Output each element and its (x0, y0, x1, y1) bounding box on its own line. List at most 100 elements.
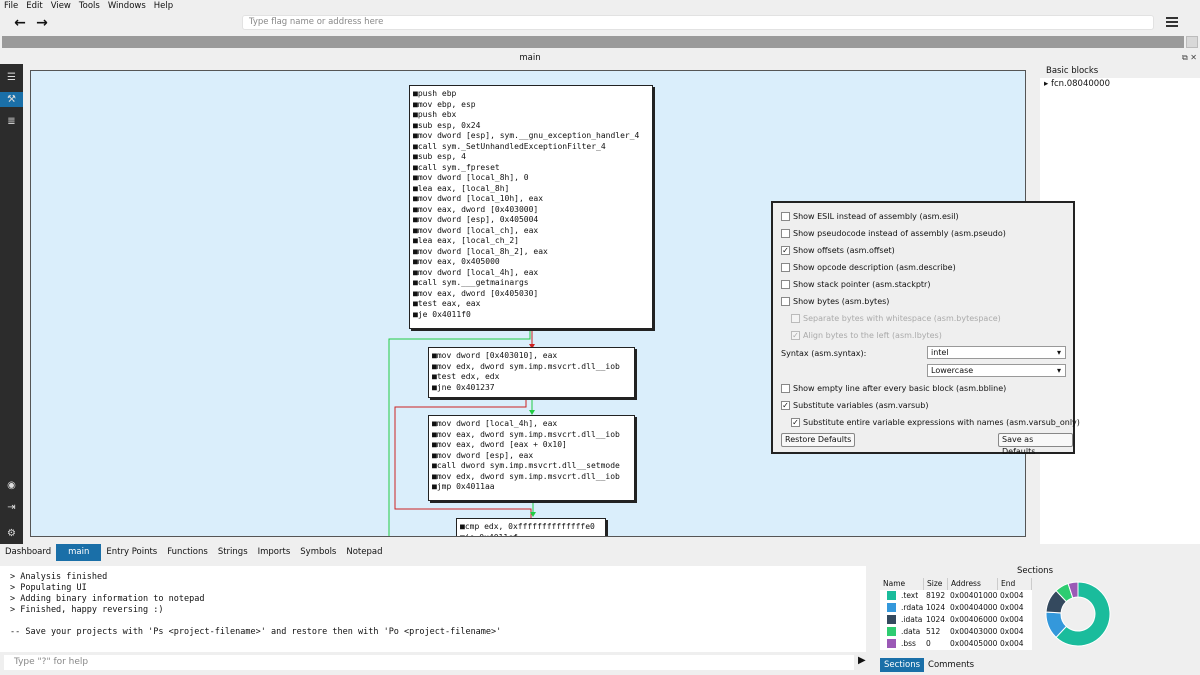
disassembly-options-popup: Show ESIL instead of assembly (asm.esil)… (771, 201, 1080, 456)
section-address: 0x00404000 (950, 603, 998, 612)
column-header-name[interactable]: Name (880, 578, 924, 590)
left-sidebar: ☰ ⚒ ≣ ◉ ⇥ ⚙ (0, 64, 23, 544)
section-color-swatch (887, 639, 896, 648)
checkbox[interactable] (781, 263, 790, 272)
section-end: 0x004 (1000, 615, 1024, 624)
console-output: > Analysis finished > Populating UI > Ad… (0, 566, 866, 652)
eye-icon[interactable]: ◉ (4, 478, 19, 493)
basic-block-3[interactable]: ■mov dword [local_4h], eax ■mov eax, dwo… (428, 415, 635, 501)
tab-notepad[interactable]: Notepad (341, 544, 387, 561)
tab-dashboard[interactable]: Dashboard (0, 544, 56, 561)
bullet-list-icon[interactable]: ≣ (4, 114, 19, 129)
column-header-size[interactable]: Size (924, 578, 948, 590)
tab-functions[interactable]: Functions (162, 544, 213, 561)
option-asm-bbline[interactable]: Show empty line after every basic block … (781, 384, 1006, 393)
basic-block-entry[interactable]: ■push ebp ■mov ebp, esp ■push ebx ■sub e… (409, 85, 653, 329)
section-address: 0x00401000 (950, 591, 998, 600)
checkbox[interactable] (781, 229, 790, 238)
seek-bar-handle[interactable] (1186, 36, 1198, 48)
checkbox[interactable] (781, 297, 790, 306)
gear-icon[interactable]: ⚙ (4, 526, 19, 541)
basic-block-tree-item[interactable]: ▸ fcn.08040000 (1040, 78, 1200, 90)
section-color-swatch (887, 591, 896, 600)
section-color-swatch (887, 603, 896, 612)
checkbox[interactable] (781, 384, 790, 393)
case-select[interactable]: Lowercase (927, 364, 1066, 377)
list-icon[interactable]: ☰ (4, 70, 19, 85)
checkbox-checked[interactable]: ✓ (791, 418, 800, 427)
option-label: Separate bytes with whitespace (asm.byte… (803, 314, 1001, 323)
basic-block-4[interactable]: ■cmp edx, 0xffffffffffffffe0 ■je 0x4011c… (456, 518, 606, 536)
checkbox-checked: ✓ (791, 331, 800, 340)
option-label: Substitute variables (asm.varsub) (793, 401, 929, 410)
section-address: 0x00406000 (950, 615, 998, 624)
graph-tool-icon[interactable]: ⚒ (0, 92, 23, 107)
view-tabs: Dashboard main Entry Points Functions St… (0, 544, 870, 561)
tab-imports[interactable]: Imports (253, 544, 296, 561)
menu-bar: File Edit View Tools Windows Help (0, 0, 1200, 12)
syntax-select[interactable]: intel (927, 346, 1066, 359)
section-size: 1024 (926, 615, 946, 624)
table-row[interactable]: .text 8192 0x00401000 0x004 (880, 590, 1032, 602)
tab-comments[interactable]: Comments (924, 658, 978, 672)
section-end: 0x004 (1000, 591, 1024, 600)
table-row[interactable]: .bss 0 0x00405000 0x004 (880, 638, 1032, 650)
option-label: Align bytes to the left (asm.lbytes) (803, 331, 942, 340)
menu-file[interactable]: File (0, 0, 22, 12)
dock-float-icon[interactable]: ⧉ ✕ (1182, 53, 1197, 63)
column-header-end[interactable]: End (998, 578, 1032, 590)
menu-tools[interactable]: Tools (75, 0, 104, 12)
table-row[interactable]: .data 512 0x00403000 0x004 (880, 626, 1032, 638)
save-defaults-button[interactable]: Save as Defaults (998, 433, 1073, 456)
option-asm-pseudo[interactable]: Show pseudocode instead of assembly (asm… (781, 229, 1006, 238)
table-row[interactable]: .rdata 1024 0x00404000 0x004 (880, 602, 1032, 614)
option-asm-describe[interactable]: Show opcode description (asm.describe) (781, 263, 956, 272)
option-asm-bytes[interactable]: Show bytes (asm.bytes) (781, 297, 889, 306)
option-label: Show ESIL instead of assembly (asm.esil) (793, 212, 959, 221)
option-label: Show pseudocode instead of assembly (asm… (793, 229, 1006, 238)
table-header: Name Size Address End (880, 578, 1032, 590)
checkbox-checked[interactable]: ✓ (781, 246, 790, 255)
column-header-address[interactable]: Address (948, 578, 998, 590)
sections-rows: .text 8192 0x00401000 0x004 .rdata 1024 0x0040… (880, 590, 1032, 650)
tab-main[interactable]: main (56, 544, 102, 561)
restore-defaults-button[interactable]: Restore Defaults (781, 433, 856, 447)
menu-help[interactable]: Help (150, 0, 177, 12)
back-arrow-icon[interactable]: ← (11, 14, 29, 32)
forward-arrow-icon[interactable]: → (33, 14, 51, 32)
console-input[interactable]: Type "?" for help (4, 655, 854, 670)
tab-sections[interactable]: Sections (880, 658, 925, 672)
step-icon[interactable]: ⇥ (4, 500, 19, 515)
option-asm-esil[interactable]: Show ESIL instead of assembly (asm.esil) (781, 212, 959, 221)
address-input[interactable]: Type flag name or address here (242, 15, 1154, 30)
table-row[interactable]: .idata 1024 0x00406000 0x004 (880, 614, 1032, 626)
option-label: Show opcode description (asm.describe) (793, 263, 956, 272)
section-color-swatch (887, 627, 896, 636)
option-asm-stackptr[interactable]: Show stack pointer (asm.stackptr) (781, 280, 930, 289)
option-label: Show bytes (asm.bytes) (793, 297, 890, 306)
tab-strings[interactable]: Strings (213, 544, 253, 561)
option-asm-offset[interactable]: ✓ Show offsets (asm.offset) (781, 246, 895, 255)
run-command-icon[interactable]: ▶ (858, 655, 866, 666)
section-name: .data (901, 627, 921, 636)
checkbox (791, 314, 800, 323)
checkbox[interactable] (781, 280, 790, 289)
seek-bar[interactable] (2, 36, 1184, 48)
option-asm-varsub[interactable]: ✓ Substitute variables (asm.varsub) (781, 401, 928, 410)
sections-donut-chart (1045, 581, 1111, 647)
menu-edit[interactable]: Edit (22, 0, 46, 12)
hamburger-menu-icon[interactable] (1166, 17, 1178, 27)
option-label: Substitute entire variable expressions w… (803, 418, 1080, 427)
section-name: .idata (901, 615, 923, 624)
tab-entry-points[interactable]: Entry Points (101, 544, 162, 561)
tab-symbols[interactable]: Symbols (295, 544, 341, 561)
section-end: 0x004 (1000, 639, 1024, 648)
option-label: Show empty line after every basic block … (793, 384, 1007, 393)
menu-windows[interactable]: Windows (104, 0, 150, 12)
menu-view[interactable]: View (47, 0, 75, 12)
basic-block-2[interactable]: ■mov dword [0x403010], eax ■mov edx, dwo… (428, 347, 635, 398)
checkbox-checked[interactable]: ✓ (781, 401, 790, 410)
sections-title: Sections (1016, 566, 1053, 576)
option-asm-varsub-only[interactable]: ✓ Substitute entire variable expressions … (791, 418, 1080, 427)
checkbox[interactable] (781, 212, 790, 221)
